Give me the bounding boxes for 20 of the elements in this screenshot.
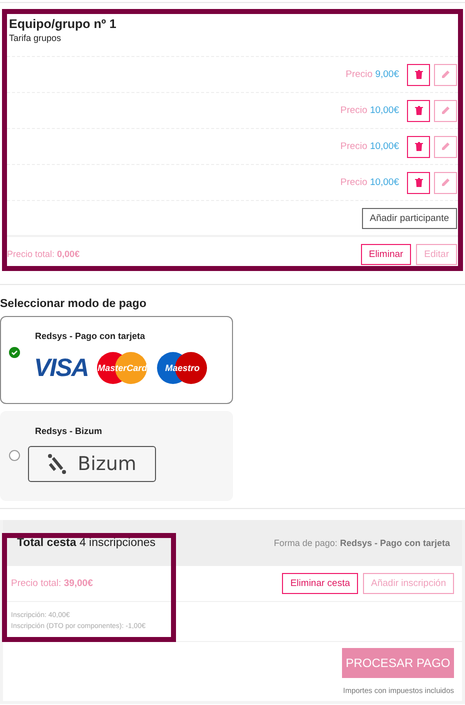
group-total: Precio total: 0,00€ — [7, 249, 80, 259]
payment-option-name: Redsys - Bizum — [35, 426, 104, 436]
add-participant-button[interactable]: Añadir participante — [362, 208, 457, 228]
payment-option-name: Redsys - Pago con tarjeta — [35, 331, 146, 341]
payment-method-label: Forma de pago: Redsys - Pago con tarjeta — [274, 538, 450, 548]
basket-title: Total cesta 4 inscripciones — [17, 537, 156, 549]
group-subtitle: Tarifa grupos — [9, 33, 62, 43]
visa-logo: VISA — [34, 354, 88, 382]
delete-group-button[interactable]: Eliminar — [360, 244, 412, 264]
participant-price: Precio 10,00€ — [340, 105, 399, 116]
participant-price: Precio 10,00€ — [340, 177, 399, 188]
bizum-logo: Bizum — [28, 446, 156, 482]
payment-title: Seleccionar modo de pago — [0, 298, 148, 310]
participant-price: Precio 10,00€ — [340, 141, 399, 152]
process-payment-button[interactable]: PROCESAR PAGO — [342, 648, 454, 678]
participant-price: Precio 9,00€ — [346, 69, 399, 80]
group-title: Equipo/grupo nº 1 — [9, 17, 118, 31]
payment-option[interactable]: Redsys - Bizum Bizum — [0, 411, 233, 501]
basket-total: Precio total: 39,00€ — [11, 578, 93, 589]
delete-basket-button[interactable]: Eliminar cesta — [282, 573, 358, 594]
